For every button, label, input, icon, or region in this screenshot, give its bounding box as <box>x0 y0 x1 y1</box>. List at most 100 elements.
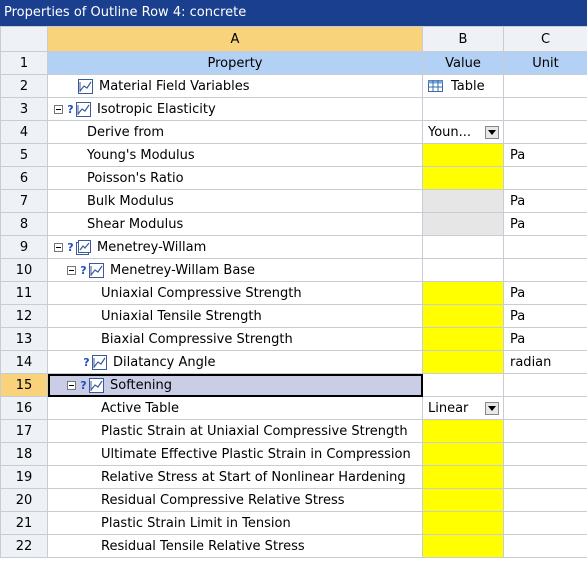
property-cell[interactable]: Material Field Variables <box>47 74 423 98</box>
property-cell[interactable]: Plastic Strain at Uniaxial Compressive S… <box>47 419 423 443</box>
row-number[interactable]: 3 <box>0 97 48 121</box>
value-cell[interactable] <box>422 235 504 259</box>
unit-cell[interactable] <box>503 534 587 558</box>
property-cell[interactable]: Uniaxial Compressive Strength <box>47 281 423 305</box>
table-row[interactable]: 17 Plastic Strain at Uniaxial Compressiv… <box>0 419 587 443</box>
value-input[interactable] <box>422 166 504 190</box>
property-cell[interactable]: Shear Modulus <box>47 212 423 236</box>
row-number[interactable]: 12 <box>0 304 48 328</box>
table-row[interactable]: 16 Active Table Linear <box>0 396 587 420</box>
row-number[interactable]: 6 <box>0 166 48 190</box>
value-input[interactable] <box>422 511 504 535</box>
row-number[interactable]: 20 <box>0 488 48 512</box>
table-row[interactable]: 8 Shear Modulus Pa <box>0 212 587 236</box>
collapse-minus-icon[interactable] <box>67 380 76 390</box>
value-input[interactable] <box>422 143 504 167</box>
unit-cell[interactable] <box>503 373 587 397</box>
unit-cell[interactable] <box>503 74 587 98</box>
row-number[interactable]: 2 <box>0 74 48 98</box>
property-cell[interactable]: Poisson's Ratio <box>47 166 423 190</box>
property-cell[interactable]: Biaxial Compressive Strength <box>47 327 423 351</box>
value-input[interactable] <box>422 442 504 466</box>
property-cell[interactable]: Uniaxial Tensile Strength <box>47 304 423 328</box>
collapse-minus-icon[interactable] <box>54 242 63 252</box>
unit-cell[interactable] <box>503 511 587 535</box>
row-number[interactable]: 21 <box>0 511 48 535</box>
collapse-minus-icon[interactable] <box>67 265 76 275</box>
row-number[interactable]: 13 <box>0 327 48 351</box>
row-number[interactable]: 18 <box>0 442 48 466</box>
unit-cell[interactable] <box>503 419 587 443</box>
value-cell[interactable]: Table <box>422 74 504 98</box>
table-row[interactable]: 19 Relative Stress at Start of Nonlinear… <box>0 465 587 489</box>
row-number[interactable]: 11 <box>0 281 48 305</box>
value-input[interactable] <box>422 488 504 512</box>
row-number[interactable]: 4 <box>0 120 48 144</box>
unit-cell[interactable] <box>503 442 587 466</box>
value-input[interactable] <box>422 419 504 443</box>
table-row[interactable]: 9 ? Menetrey-Willam <box>0 235 587 259</box>
table-row[interactable]: 20 Residual Compressive Relative Stress <box>0 488 587 512</box>
value-input[interactable] <box>422 465 504 489</box>
row-number[interactable]: 7 <box>0 189 48 213</box>
row-number[interactable]: 17 <box>0 419 48 443</box>
value-cell[interactable] <box>422 97 504 121</box>
property-cell[interactable]: Residual Compressive Relative Stress <box>47 488 423 512</box>
value-cell[interactable] <box>422 373 504 397</box>
table-row[interactable]: 5 Young's Modulus Pa <box>0 143 587 167</box>
row-number[interactable]: 22 <box>0 534 48 558</box>
unit-cell[interactable]: radian <box>503 350 587 374</box>
property-cell[interactable]: ? Menetrey-Willam Base <box>47 258 423 282</box>
unit-cell[interactable]: Pa <box>503 189 587 213</box>
property-cell[interactable]: Ultimate Effective Plastic Strain in Com… <box>47 442 423 466</box>
property-cell[interactable]: ? Menetrey-Willam <box>47 235 423 259</box>
row-number[interactable]: 8 <box>0 212 48 236</box>
dropdown-arrow-icon[interactable] <box>485 401 499 415</box>
table-row[interactable]: 6 Poisson's Ratio <box>0 166 587 190</box>
row-number[interactable]: 15 <box>0 373 48 397</box>
value-cell[interactable] <box>422 258 504 282</box>
unit-cell[interactable] <box>503 120 587 144</box>
derive-from-dropdown[interactable]: Youn... <box>422 120 504 144</box>
property-cell[interactable]: Bulk Modulus <box>47 189 423 213</box>
row-number[interactable]: 9 <box>0 235 48 259</box>
column-header-b[interactable]: B <box>422 26 504 52</box>
table-row[interactable]: 11 Uniaxial Compressive Strength Pa <box>0 281 587 305</box>
unit-cell[interactable]: Pa <box>503 304 587 328</box>
row-number[interactable]: 1 <box>0 51 48 75</box>
value-input[interactable] <box>422 304 504 328</box>
table-row[interactable]: 21 Plastic Strain Limit in Tension <box>0 511 587 535</box>
table-row[interactable]: 4 Derive from Youn... <box>0 120 587 144</box>
row-number[interactable]: 16 <box>0 396 48 420</box>
property-cell[interactable]: Young's Modulus <box>47 143 423 167</box>
table-row[interactable]: 22 Residual Tensile Relative Stress <box>0 534 587 558</box>
value-input[interactable] <box>422 534 504 558</box>
unit-cell[interactable]: Pa <box>503 143 587 167</box>
unit-cell[interactable] <box>503 258 587 282</box>
table-row[interactable]: 3 ? Isotropic Elasticity <box>0 97 587 121</box>
row-number[interactable]: 14 <box>0 350 48 374</box>
table-row[interactable]: 10 ? Menetrey-Willam Base <box>0 258 587 282</box>
value-input[interactable] <box>422 281 504 305</box>
unit-cell[interactable] <box>503 235 587 259</box>
property-cell[interactable]: ? Isotropic Elasticity <box>47 97 423 121</box>
unit-cell[interactable] <box>503 488 587 512</box>
table-row[interactable]: 14 ? Dilatancy Angle radian <box>0 350 587 374</box>
table-row[interactable]: 7 Bulk Modulus Pa <box>0 189 587 213</box>
property-cell[interactable]: Derive from <box>47 120 423 144</box>
property-cell[interactable]: Active Table <box>47 396 423 420</box>
active-table-dropdown[interactable]: Linear <box>422 396 504 420</box>
column-header-a[interactable]: A <box>47 26 423 52</box>
dropdown-arrow-icon[interactable] <box>485 125 499 139</box>
unit-cell[interactable]: Pa <box>503 327 587 351</box>
unit-cell[interactable] <box>503 396 587 420</box>
unit-cell[interactable] <box>503 166 587 190</box>
table-row[interactable]: 18 Ultimate Effective Plastic Strain in … <box>0 442 587 466</box>
unit-cell[interactable] <box>503 465 587 489</box>
collapse-minus-icon[interactable] <box>54 104 63 114</box>
property-cell[interactable]: ? Dilatancy Angle <box>47 350 423 374</box>
table-row[interactable]: 2 Material Field Variables Table <box>0 74 587 98</box>
row-number[interactable]: 10 <box>0 258 48 282</box>
table-row[interactable]: 12 Uniaxial Tensile Strength Pa <box>0 304 587 328</box>
value-input[interactable] <box>422 350 504 374</box>
